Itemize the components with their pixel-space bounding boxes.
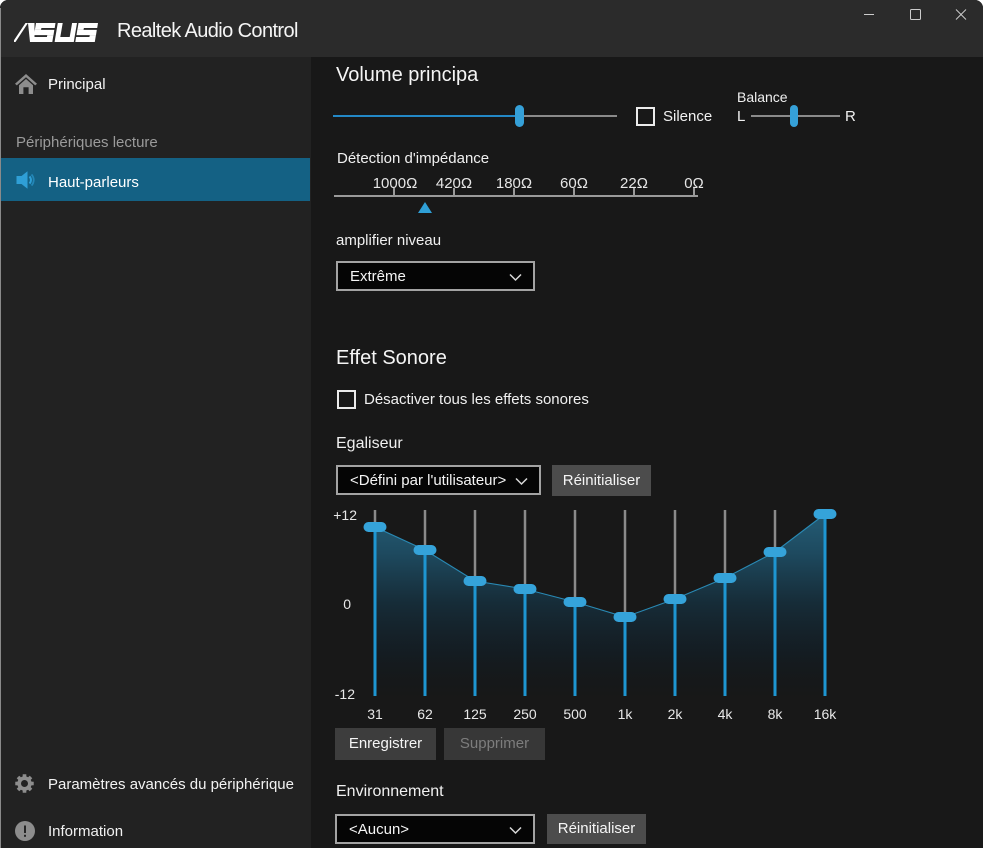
svg-text:2k: 2k xyxy=(668,706,684,722)
svg-text:8k: 8k xyxy=(768,706,784,722)
svg-text:420Ω: 420Ω xyxy=(436,175,472,192)
svg-text:180Ω: 180Ω xyxy=(496,175,532,192)
svg-text:1k: 1k xyxy=(618,706,634,722)
svg-text:0: 0 xyxy=(343,596,351,612)
svg-text:16k: 16k xyxy=(814,706,838,722)
svg-text:1000Ω: 1000Ω xyxy=(373,175,418,192)
svg-text:60Ω: 60Ω xyxy=(560,175,588,192)
svg-text:4k: 4k xyxy=(718,706,734,722)
svg-text:22Ω: 22Ω xyxy=(620,175,648,192)
svg-text:0Ω: 0Ω xyxy=(684,175,704,192)
svg-text:+12: +12 xyxy=(333,507,357,523)
svg-text:250: 250 xyxy=(513,706,537,722)
svg-text:31: 31 xyxy=(367,706,383,722)
svg-text:-12: -12 xyxy=(335,686,355,702)
svg-text:500: 500 xyxy=(563,706,587,722)
svg-text:62: 62 xyxy=(417,706,433,722)
svg-text:125: 125 xyxy=(463,706,487,722)
